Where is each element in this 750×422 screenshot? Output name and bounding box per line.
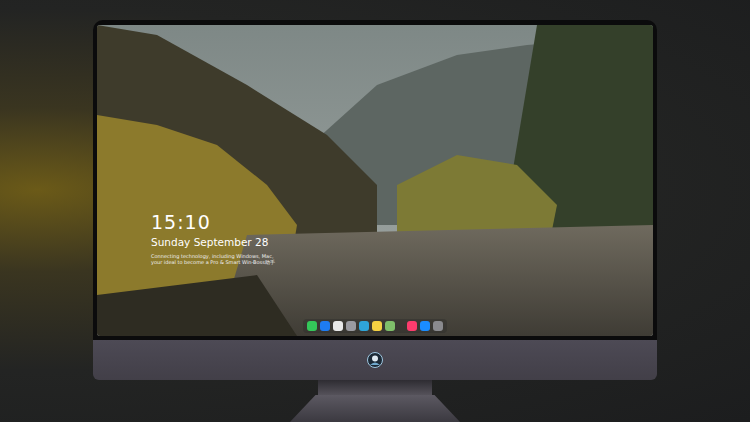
stand-base (290, 395, 460, 422)
app-icon[interactable] (372, 321, 382, 331)
clock-date: Sunday September 28 (151, 235, 275, 249)
clock-caption: Connecting technology, including Windows… (151, 253, 275, 265)
app-icon[interactable] (307, 321, 317, 331)
caption-line: Connecting technology, including Windows… (151, 253, 275, 259)
app-icon[interactable] (320, 321, 330, 331)
caption-line: your ideal to become a Pro & Smart Win-B… (151, 259, 275, 265)
app-icon[interactable] (420, 321, 430, 331)
app-icon[interactable] (407, 321, 417, 331)
wallpaper-photo (97, 25, 653, 336)
dock (303, 319, 447, 333)
app-icon[interactable] (346, 321, 356, 331)
monitor: 15:10 Sunday September 28 Connecting techn… (93, 20, 657, 422)
clock-time: 15:10 (151, 211, 275, 233)
app-icon[interactable] (433, 321, 443, 331)
page: 15:10 Sunday September 28 Connecting techn… (0, 0, 750, 422)
app-icon[interactable] (385, 321, 395, 331)
lock-clock: 15:10 Sunday September 28 Connecting techn… (151, 211, 275, 265)
stand-neck (318, 380, 432, 395)
app-icon[interactable] (359, 321, 369, 331)
avatar-logo-icon (367, 352, 383, 368)
desktop-screen: 15:10 Sunday September 28 Connecting techn… (97, 25, 653, 336)
app-icon[interactable] (333, 321, 343, 331)
monitor-bezel: 15:10 Sunday September 28 Connecting techn… (93, 20, 657, 340)
dock-group (307, 321, 395, 331)
dock-group (407, 321, 443, 331)
monitor-chin (93, 340, 657, 380)
